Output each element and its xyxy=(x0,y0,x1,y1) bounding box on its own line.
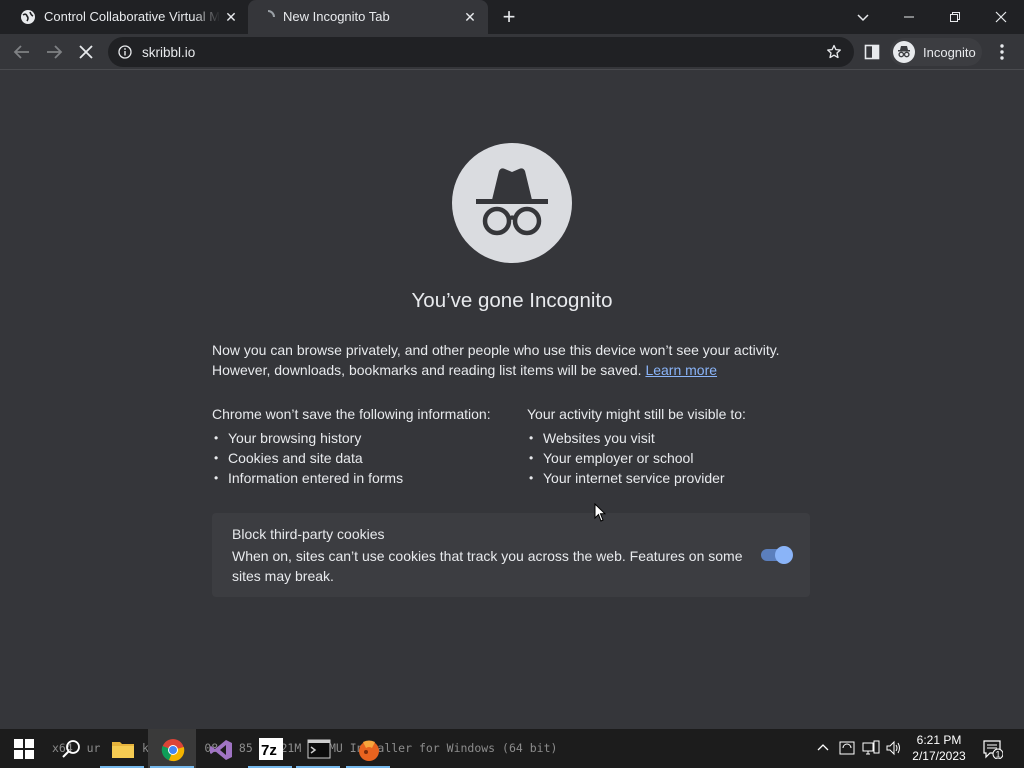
windows-logo-icon xyxy=(14,739,34,759)
not-saved-list: Your browsing history Cookies and site d… xyxy=(212,428,512,488)
close-icon xyxy=(995,11,1007,23)
svg-text:7z: 7z xyxy=(261,742,277,759)
action-center-button[interactable]: 1 xyxy=(983,739,1004,760)
system-clock[interactable]: 6:21 PM 2/17/2023 xyxy=(904,732,974,764)
list-item: Your employer or school xyxy=(527,448,817,468)
more-options-icon[interactable] xyxy=(996,43,1008,61)
block-cookies-toggle[interactable] xyxy=(761,546,793,564)
still-visible-column: Your activity might still be visible to:… xyxy=(527,404,817,488)
taskbar-file-explorer[interactable] xyxy=(98,729,146,768)
tab-title: Control Collaborative Virtual Mac xyxy=(44,9,220,24)
clock-time: 6:21 PM xyxy=(916,733,962,747)
incognito-hero-icon xyxy=(452,143,572,263)
windows-taskbar: x64 ur Bu ke 619 08 85 121M QEMU Install… xyxy=(0,729,1024,768)
cookie-card-title: Block third-party cookies xyxy=(232,526,385,542)
orange-app-icon xyxy=(359,740,379,761)
notification-icon: 1 xyxy=(983,740,1004,760)
restore-icon xyxy=(950,12,960,22)
chevron-down-icon xyxy=(857,14,869,22)
globe-icon xyxy=(21,10,35,24)
volume-icon[interactable] xyxy=(885,739,903,757)
bookmark-star-icon[interactable] xyxy=(826,44,842,60)
new-tab-button[interactable]: + xyxy=(499,6,519,28)
page-title: You’ve gone Incognito xyxy=(411,289,613,312)
show-hidden-icons-chevron-icon[interactable] xyxy=(814,739,832,757)
learn-more-link[interactable]: Learn more xyxy=(645,362,717,378)
search-icon xyxy=(62,740,80,758)
tab-search-button[interactable] xyxy=(851,5,875,29)
toggle-knob xyxy=(775,546,793,564)
tab-new-incognito[interactable]: New Incognito Tab ✕ xyxy=(248,0,488,34)
address-bar[interactable]: skribbl.io xyxy=(108,37,854,67)
site-info-icon[interactable] xyxy=(118,45,132,59)
7zip-icon: 7z xyxy=(259,738,283,760)
restore-button[interactable] xyxy=(943,5,967,29)
back-icon[interactable] xyxy=(11,41,33,63)
tab-close-icon[interactable]: ✕ xyxy=(223,9,239,25)
taskbar-visual-studio[interactable] xyxy=(196,729,244,768)
url-text[interactable]: skribbl.io xyxy=(142,45,195,60)
tab-title: New Incognito Tab xyxy=(283,9,390,24)
device-sync-icon[interactable] xyxy=(838,739,856,757)
close-window-button[interactable] xyxy=(989,5,1013,29)
still-visible-heading: Your activity might still be visible to: xyxy=(527,406,746,422)
file-explorer-icon xyxy=(112,742,134,758)
tab-control-collaborative[interactable]: Control Collaborative Virtual Mac ✕ xyxy=(0,0,248,34)
list-item: Cookies and site data xyxy=(212,448,512,468)
clock-date: 2/17/2023 xyxy=(912,749,966,763)
tab-close-icon[interactable]: ✕ xyxy=(462,9,478,25)
incognito-profile-button[interactable]: Incognito xyxy=(890,38,982,66)
mouse-cursor-icon xyxy=(594,503,606,522)
stop-loading-icon[interactable] xyxy=(75,41,97,63)
terminal-icon xyxy=(307,739,331,759)
taskbar-7zip[interactable]: 7z xyxy=(246,729,294,768)
minimize-button[interactable] xyxy=(897,5,921,29)
list-item: Information entered in forms xyxy=(212,468,512,488)
not-saved-heading: Chrome won’t save the following informat… xyxy=(212,406,491,422)
still-visible-list: Websites you visit Your employer or scho… xyxy=(527,428,817,488)
start-button[interactable] xyxy=(0,729,48,768)
side-panel-icon[interactable] xyxy=(864,44,880,60)
profile-label: Incognito xyxy=(923,45,976,60)
visual-studio-icon xyxy=(210,740,232,760)
list-item: Your internet service provider xyxy=(527,468,817,488)
third-party-cookies-card: Block third-party cookies When on, sites… xyxy=(212,513,810,597)
list-item: Websites you visit xyxy=(527,428,817,448)
notification-count: 1 xyxy=(995,750,1000,760)
minimize-icon xyxy=(904,16,914,18)
intro-paragraph: Now you can browse privately, and other … xyxy=(212,340,812,380)
chrome-icon xyxy=(161,739,185,762)
search-button[interactable] xyxy=(48,729,96,768)
taskbar-terminal[interactable] xyxy=(294,729,342,768)
incognito-page: You’ve gone Incognito Now you can browse… xyxy=(0,70,1024,729)
list-item: Your browsing history xyxy=(212,428,512,448)
browser-toolbar: skribbl.io Incognito xyxy=(0,34,1024,70)
spinner-icon xyxy=(267,10,275,18)
cookie-card-description: When on, sites can’t use cookies that tr… xyxy=(232,548,743,584)
not-saved-column: Chrome won’t save the following informat… xyxy=(212,404,512,488)
network-icon[interactable] xyxy=(862,739,880,757)
taskbar-orange-app[interactable] xyxy=(344,729,392,768)
incognito-avatar-icon xyxy=(893,41,915,63)
forward-icon[interactable] xyxy=(43,41,65,63)
taskbar-chrome[interactable] xyxy=(148,729,196,768)
tab-strip: Control Collaborative Virtual Mac ✕ New … xyxy=(0,0,1024,34)
